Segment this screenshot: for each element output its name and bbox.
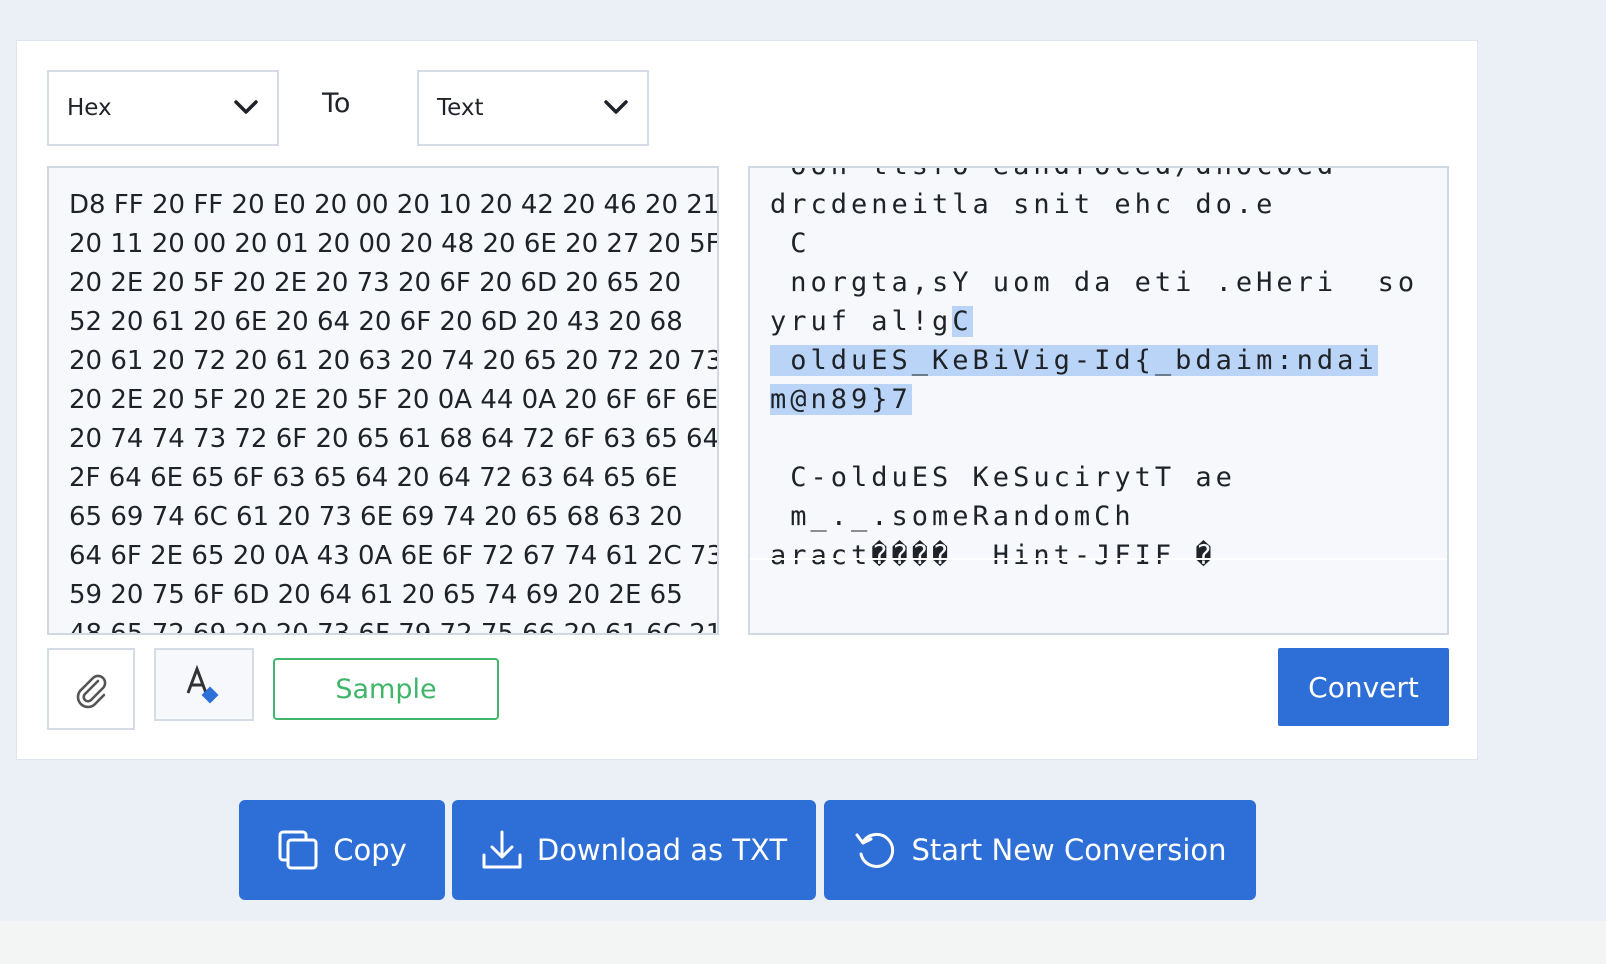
copy-button[interactable]: Copy: [239, 800, 445, 900]
text-output-line: yruf al!gC: [770, 302, 1447, 341]
hex-input-line: 20 2E 20 5F 20 2E 20 5F 20 0A 44 0A 20 6…: [69, 385, 719, 415]
output-line-text: C-olduES KeSucirytT ae: [770, 462, 1236, 493]
to-format-value: Text: [437, 95, 484, 121]
output-line-text: C: [770, 228, 811, 259]
restart-label: Start New Conversion: [911, 833, 1227, 867]
hex-input-line: 2F 64 6E 65 6F 63 65 64 20 64 72 63 64 6…: [69, 463, 678, 493]
clear-text-button[interactable]: [154, 648, 254, 721]
chevron-down-icon: [234, 100, 258, 114]
convert-button[interactable]: Convert: [1278, 648, 1449, 726]
copy-label: Copy: [333, 833, 407, 867]
text-output-line: olduES_KeBiVig-Id{_bdaim:ndai: [770, 341, 1447, 380]
text-eraser-icon: [186, 664, 219, 703]
hex-input-line: D8 FF 20 FF 20 E0 20 00 20 10 20 42 20 4…: [69, 190, 719, 220]
output-line-text: norgta,sY uom da eti .eHeri so: [770, 267, 1419, 298]
output-line-text: drcdeneitla snit ehc do.e: [770, 189, 1277, 220]
restart-icon: [855, 832, 895, 868]
from-format-select[interactable]: Hex: [47, 70, 279, 146]
text-output-line: norgta,sY uom da eti .eHeri so: [770, 263, 1447, 302]
selected-output-text: m@n89}7: [770, 384, 912, 415]
download-txt-button[interactable]: Download as TXT: [452, 800, 816, 900]
hex-input-line: 20 11 20 00 20 01 20 00 20 48 20 6E 20 2…: [69, 229, 719, 259]
copy-icon: [278, 830, 318, 870]
sample-button[interactable]: Sample: [273, 658, 499, 720]
text-output-line: aract���� Hint-JFIF �: [770, 536, 1447, 575]
output-line-text: m_._.someRandomCh: [770, 501, 1135, 532]
paperclip-icon: [76, 674, 107, 709]
hex-input-line: 20 61 20 72 20 61 20 63 20 74 20 65 20 7…: [69, 346, 719, 376]
hex-input-line: 20 74 74 73 72 6F 20 65 61 68 64 72 6F 6…: [69, 424, 719, 454]
text-output-line: m@n89}7: [770, 380, 1447, 419]
from-format-value: Hex: [67, 95, 112, 121]
text-output-content: oon ttsro eahdroced/dnocoed drcdeneitla s…: [770, 168, 1447, 575]
output-line-text: yruf al!g: [770, 306, 953, 337]
hex-input-line: 59 20 75 6F 6D 20 64 61 20 65 74 69 20 2…: [69, 580, 683, 610]
hex-input-line: 48 65 72 69 20 20 73 6F 79 72 75 66 20 6…: [69, 619, 719, 635]
hex-input-content: D8 FF 20 FF 20 E0 20 00 20 10 20 42 20 4…: [69, 186, 719, 635]
download-icon: [482, 830, 522, 869]
text-output-line: oon ttsro eahdroced/dnocoed: [770, 168, 1447, 185]
text-output-textarea[interactable]: oon ttsro eahdroced/dnocoed drcdeneitla s…: [748, 166, 1449, 635]
to-format-select[interactable]: Text: [417, 70, 649, 146]
to-label: To: [322, 88, 351, 119]
hex-input-line: 64 6F 2E 65 20 0A 43 0A 6E 6F 72 67 74 6…: [69, 541, 719, 571]
hex-input-line: 20 2E 20 5F 20 2E 20 73 20 6F 20 6D 20 6…: [69, 268, 682, 298]
download-label: Download as TXT: [536, 833, 788, 867]
attach-file-button[interactable]: [47, 648, 135, 730]
start-new-conversion-button[interactable]: Start New Conversion: [824, 800, 1256, 900]
selected-output-text: olduES_KeBiVig-Id{_bdaim:ndai: [770, 345, 1378, 376]
chevron-down-icon: [604, 100, 628, 114]
text-output-line: C: [770, 224, 1447, 263]
hex-input-line: 52 20 61 20 6E 20 64 20 6F 20 6D 20 43 2…: [69, 307, 683, 337]
hex-input-line: 65 69 74 6C 61 20 73 6E 69 74 20 65 68 6…: [69, 502, 683, 532]
text-output-line: drcdeneitla snit ehc do.e: [770, 185, 1447, 224]
selected-output-text: C: [952, 306, 973, 337]
output-divider: [750, 558, 1447, 560]
output-line-text: oon ttsro eahdroced/dnocoed: [770, 168, 1337, 181]
hex-input-textarea[interactable]: D8 FF 20 FF 20 E0 20 00 20 10 20 42 20 4…: [47, 166, 719, 635]
text-output-line: [770, 419, 1447, 458]
page-footer-strip: [0, 921, 1606, 964]
text-output-line: m_._.someRandomCh: [770, 497, 1447, 536]
text-output-line: C-olduES KeSucirytT ae: [770, 458, 1447, 497]
output-line-text: aract���� Hint-JFIF �: [770, 540, 1216, 571]
